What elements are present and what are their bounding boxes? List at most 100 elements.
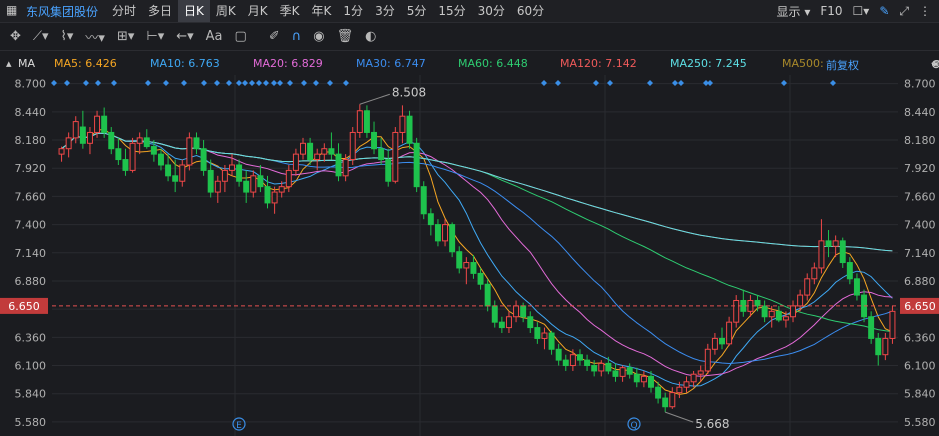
candle-body: [122, 159, 129, 171]
more-icon[interactable]: ⋮: [919, 5, 931, 17]
polyline-tool-icon[interactable]: ⌇▾: [61, 29, 74, 44]
candle-body: [811, 267, 818, 280]
tab-3[interactable]: 周K: [210, 0, 242, 22]
tab-12[interactable]: 60分: [511, 0, 550, 22]
ma-line-10: [61, 132, 893, 387]
toggle-icon[interactable]: ◐: [365, 29, 376, 44]
comment-icon[interactable]: ▢: [235, 29, 247, 44]
event-dot: [226, 80, 232, 86]
candle-body: [335, 153, 342, 177]
text-tool[interactable]: Aa: [206, 29, 223, 44]
y-tick-label-right: 7.660: [904, 190, 936, 203]
grid-icon[interactable]: ▦: [6, 4, 17, 16]
eye-icon[interactable]: ◉: [313, 29, 324, 44]
tab-6[interactable]: 年K: [306, 0, 338, 22]
trash-icon[interactable]: 🗑: [337, 29, 354, 44]
y-tick-label-right: 8.700: [904, 78, 936, 91]
y-tick-label-right: 6.360: [904, 331, 936, 344]
event-dot: [95, 80, 101, 86]
close-icon[interactable]: ⊗: [931, 57, 939, 71]
range-tool-icon[interactable]: ⊢▾: [146, 29, 164, 44]
wave-tool-icon[interactable]: 〰▾: [85, 27, 105, 46]
event-dot: [163, 80, 169, 86]
candle-body: [243, 180, 250, 193]
candle-body: [740, 299, 747, 312]
display-menu[interactable]: 显示 ▾: [777, 3, 811, 20]
candle-body: [172, 175, 179, 182]
low-leader: [665, 411, 694, 423]
stock-name[interactable]: 东风集团股份: [26, 3, 98, 20]
event-dot: [593, 80, 599, 86]
magnet-icon[interactable]: ∩: [292, 29, 302, 44]
candle-body: [882, 337, 889, 356]
y-tick-label-left: 5.840: [15, 388, 47, 401]
top-tab-bar: ▦ 东风集团股份 分时 多日 日K 周K 月K 季K 年K 1分 3分 5分 15分 30分 60分 显…: [0, 0, 939, 23]
candle-body: [612, 370, 619, 377]
candle-body: [584, 359, 591, 367]
ma-legend-item: MA5: 6.426: [54, 57, 117, 70]
candle-body: [669, 392, 676, 408]
candle-body: [200, 148, 207, 171]
candle-body: [513, 305, 520, 318]
y-tick-label-left: 6.360: [15, 331, 47, 344]
indicator-legend: ▴ MA MA5: 6.426 MA10: 6.763 MA20: 6.829 MA3…: [0, 56, 939, 72]
event-dot: [781, 80, 787, 86]
y-tick-label-right: 5.580: [904, 416, 936, 429]
candle-body: [342, 159, 349, 177]
line-tool-icon[interactable]: ⟋▾: [33, 29, 49, 44]
tab-11[interactable]: 30分: [472, 0, 511, 22]
candle-body: [619, 367, 626, 377]
candle-body: [108, 131, 115, 150]
candle-body: [143, 137, 150, 148]
event-marker-label: Q: [630, 421, 637, 431]
tab-7[interactable]: 1分: [337, 0, 369, 22]
tab-8[interactable]: 3分: [369, 0, 401, 22]
candle-body: [868, 316, 875, 339]
measure-tool-icon[interactable]: ⊞▾: [117, 29, 134, 44]
ma-line-250: [61, 132, 893, 252]
candle-body: [754, 299, 761, 307]
eraser-icon[interactable]: ✐: [269, 29, 280, 44]
candle-body: [711, 337, 718, 350]
expand-icon[interactable]: ⤢: [899, 5, 909, 17]
candle-body: [655, 386, 662, 399]
tab-10[interactable]: 15分: [432, 0, 471, 22]
f10-button[interactable]: F10: [820, 4, 842, 18]
pen-icon[interactable]: ✎: [879, 5, 889, 17]
restore-label[interactable]: 前复权: [826, 57, 859, 73]
y-tick-label-right: 8.440: [904, 106, 936, 119]
candle-body: [328, 148, 335, 155]
candle-body: [434, 224, 441, 242]
current-price-label-right: 6.650: [904, 300, 936, 313]
tab-9[interactable]: 5分: [401, 0, 433, 22]
event-dot: [327, 80, 333, 86]
tab-0[interactable]: 分时: [106, 0, 142, 22]
candle-body: [527, 316, 534, 329]
candle-body: [797, 294, 804, 307]
candle-body: [633, 373, 640, 383]
candle-body: [676, 386, 683, 394]
arrow-tool-icon[interactable]: ←▾: [176, 29, 193, 44]
candle-body: [427, 213, 434, 226]
candle-body: [548, 332, 555, 350]
period-tabs: 分时 多日 日K 周K 月K 季K 年K 1分 3分 5分 15分 30分 60分: [106, 0, 550, 22]
event-dot: [271, 80, 277, 86]
collapse-icon[interactable]: ▴: [6, 57, 12, 70]
event-dot: [51, 80, 57, 86]
candle-body: [300, 142, 306, 155]
tab-1[interactable]: 多日: [142, 0, 178, 22]
tab-2[interactable]: 日K: [178, 0, 210, 22]
checkbox-icon[interactable]: ☐▾: [853, 5, 870, 17]
event-dot: [242, 80, 248, 86]
tab-4[interactable]: 月K: [242, 0, 274, 22]
y-tick-label-left: 7.660: [15, 190, 47, 203]
ma-legend-item: MA250: 7.245: [670, 57, 747, 70]
candle-body: [825, 240, 832, 247]
candle-body: [726, 321, 733, 345]
candle-body: [307, 142, 314, 161]
candle-body: [278, 186, 285, 193]
tab-5[interactable]: 季K: [274, 0, 306, 22]
indicator-name[interactable]: MA: [18, 57, 35, 70]
move-icon[interactable]: ✥: [10, 29, 21, 44]
candle-body: [683, 381, 690, 388]
